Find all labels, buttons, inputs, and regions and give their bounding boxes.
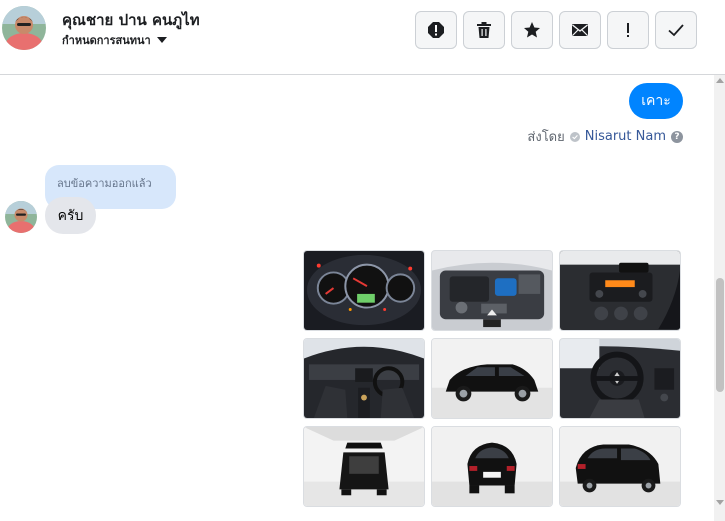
contact-avatar[interactable] bbox=[2, 6, 46, 50]
photo-engine-bay[interactable] bbox=[431, 250, 553, 331]
star-button[interactable] bbox=[511, 11, 553, 49]
messenger-conversation: คุณชาย ปาน คนภูไท กำหนดการสนทนา เคาะ ส่ง… bbox=[0, 0, 725, 521]
photo-center-console[interactable] bbox=[559, 250, 681, 331]
sender-name-link[interactable]: Nisarut Nam bbox=[585, 129, 666, 144]
trash-icon bbox=[477, 22, 491, 38]
conversation-settings-dropdown[interactable]: กำหนดการสนทนา bbox=[62, 31, 167, 49]
exclamation-icon bbox=[627, 23, 629, 37]
photo-steering-wheel[interactable] bbox=[559, 338, 681, 419]
follow-up-button[interactable] bbox=[607, 11, 649, 49]
sent-by-info: ส่งโดย Nisarut Nam ? bbox=[527, 126, 683, 147]
conversation-actions bbox=[415, 11, 697, 49]
checkmark-icon bbox=[668, 24, 684, 37]
scroll-up-arrow-icon[interactable] bbox=[716, 78, 724, 83]
verified-check-icon bbox=[569, 131, 580, 142]
caret-down-icon bbox=[156, 37, 167, 43]
sender-avatar[interactable] bbox=[5, 201, 37, 233]
photo-open-trunk[interactable] bbox=[303, 426, 425, 507]
photo-instrument-cluster[interactable] bbox=[303, 250, 425, 331]
photo-car-rear-three-quarter[interactable] bbox=[559, 426, 681, 507]
scroll-down-arrow-icon[interactable] bbox=[716, 500, 724, 505]
photo-attachment-grid bbox=[303, 250, 681, 507]
mark-spam-button[interactable] bbox=[415, 11, 457, 49]
sent-by-label: ส่งโดย bbox=[527, 130, 565, 145]
scrollbar-thumb[interactable] bbox=[716, 278, 724, 392]
photo-dashboard-interior[interactable] bbox=[303, 338, 425, 419]
delete-button[interactable] bbox=[463, 11, 505, 49]
star-icon bbox=[524, 22, 540, 38]
help-icon[interactable]: ? bbox=[671, 130, 683, 143]
photo-car-rear[interactable] bbox=[431, 426, 553, 507]
incoming-message-bubble[interactable]: ครับ bbox=[45, 197, 96, 234]
outgoing-message-bubble[interactable]: เคาะ bbox=[629, 83, 683, 119]
conversation-settings-label: กำหนดการสนทนา bbox=[62, 34, 151, 47]
envelope-icon bbox=[572, 24, 588, 36]
conversation-header: คุณชาย ปาน คนภูไท กำหนดการสนทนา bbox=[0, 0, 725, 75]
spam-alert-icon bbox=[428, 22, 444, 38]
contact-name[interactable]: คุณชาย ปาน คนภูไท bbox=[62, 8, 200, 32]
mark-done-button[interactable] bbox=[655, 11, 697, 49]
photo-car-side[interactable] bbox=[431, 338, 553, 419]
mark-unread-button[interactable] bbox=[559, 11, 601, 49]
